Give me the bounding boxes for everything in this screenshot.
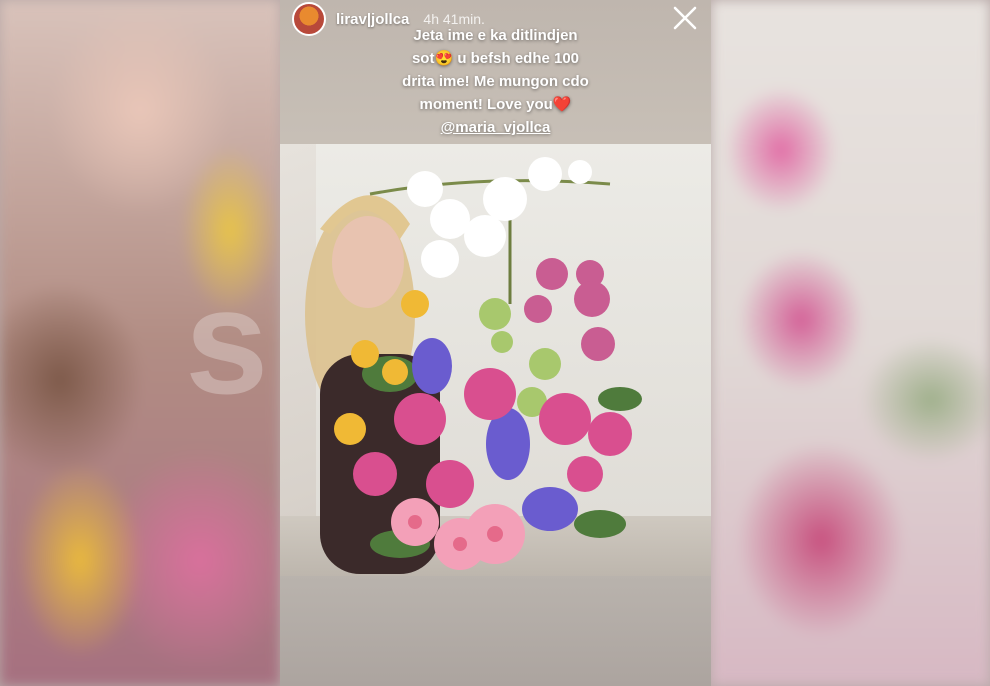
caption-line: drita ime! Me mungon cdo xyxy=(402,73,589,90)
story-photo xyxy=(280,144,711,576)
blurred-backdrop-right xyxy=(711,0,990,686)
mention-link[interactable]: @maria_vjollca xyxy=(280,116,711,139)
story-caption: Jeta ime e ka ditlindjen sot😍 u befsh ed… xyxy=(280,24,711,139)
caption-line: moment! Love you❤️ xyxy=(419,96,572,113)
caption-line: sot😍 u befsh edhe 100 xyxy=(411,50,580,67)
story-bottom-area xyxy=(280,576,711,686)
caption-line: Jeta ime e ka ditlindjen xyxy=(413,27,578,44)
story-viewer[interactable]: lirav|jollca 4h 41min. Jeta ime e ka dit… xyxy=(280,0,711,686)
flower-bouquet-image xyxy=(305,157,642,574)
